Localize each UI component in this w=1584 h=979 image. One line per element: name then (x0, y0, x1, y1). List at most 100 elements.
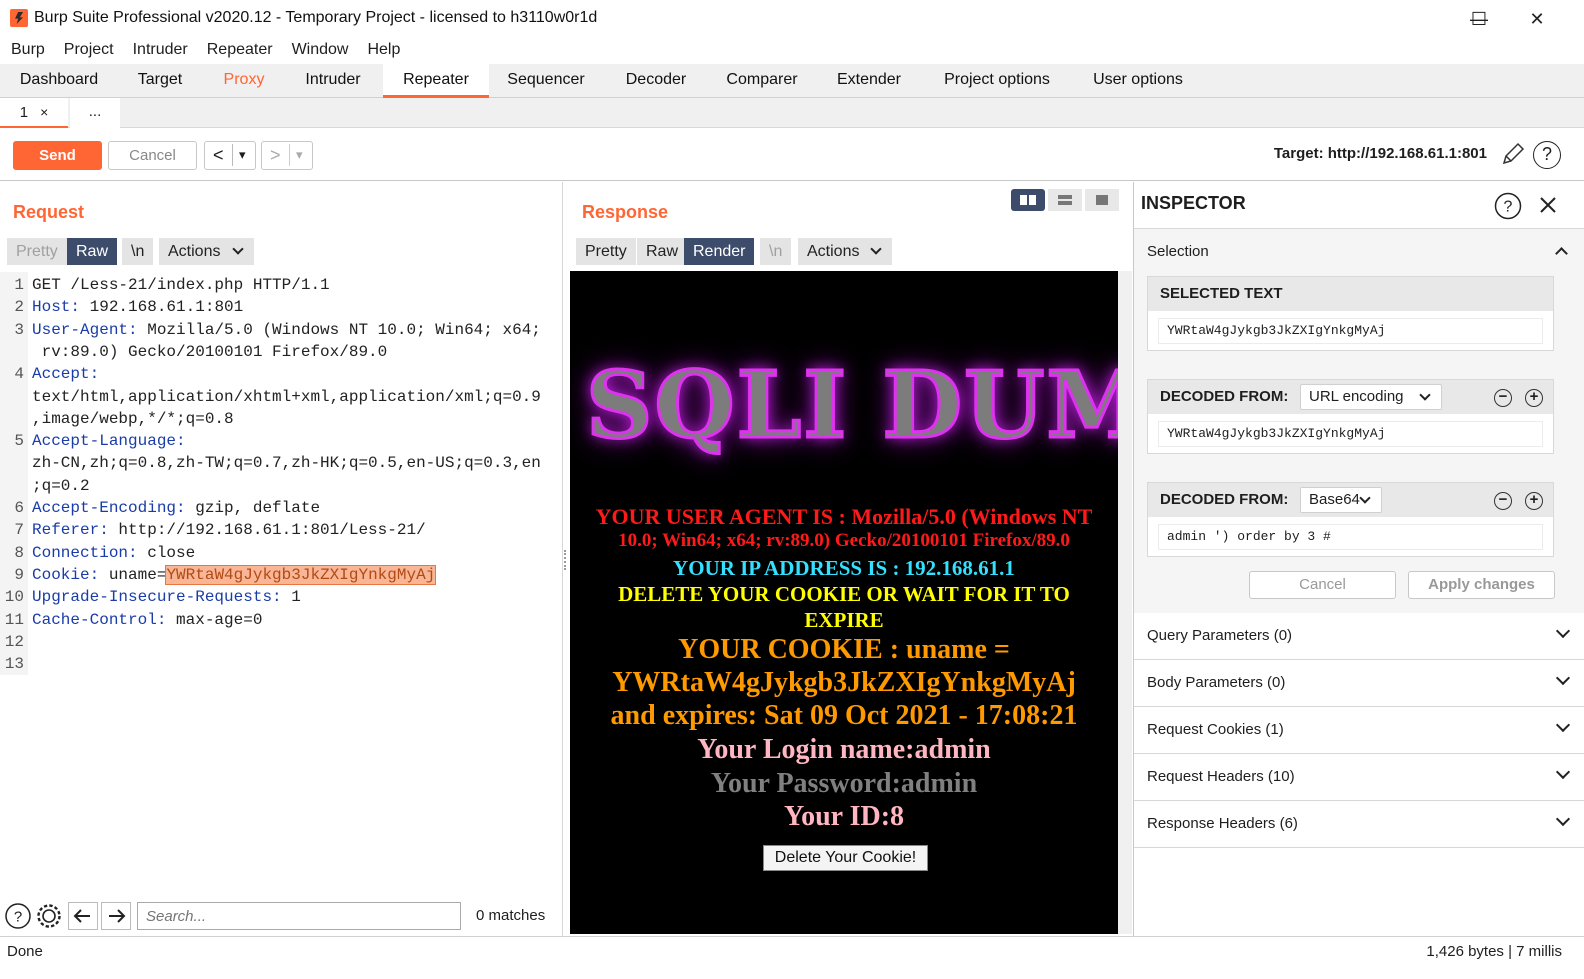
request-line: text/html,application/xhtml+xml,applicat… (32, 386, 562, 408)
forward-button[interactable]: > ▾ (261, 141, 313, 170)
apply-changes-button[interactable]: Apply changes (1408, 571, 1555, 599)
tab-target[interactable]: Target (120, 64, 200, 98)
arrow-left-icon (73, 909, 90, 923)
search-input[interactable] (137, 902, 461, 930)
remove-decoding-icon[interactable]: − (1494, 389, 1512, 407)
response-headers-section[interactable]: Response Headers (6) (1134, 801, 1584, 848)
maximize-button[interactable]: ☐ (1456, 4, 1502, 34)
help-icon[interactable]: ? (4, 902, 32, 930)
new-tab-button[interactable]: ... (70, 98, 120, 128)
back-history-dropdown-icon[interactable]: ▾ (239, 142, 246, 168)
main-tab-bar: Dashboard Target Proxy Intruder Repeater… (0, 64, 1584, 98)
pretty-button[interactable]: Pretty (576, 238, 636, 265)
forward-history-dropdown-icon[interactable]: ▾ (296, 142, 303, 168)
request-line: ;q=0.2 (32, 475, 562, 497)
chevron-down-icon (1555, 623, 1571, 639)
body-parameters-section[interactable]: Body Parameters (0) (1134, 660, 1584, 707)
tab-sequencer[interactable]: Sequencer (494, 64, 598, 98)
delete-cookie-button[interactable]: Delete Your Cookie! (763, 845, 928, 871)
forward-arrow-icon: > (270, 145, 281, 165)
decoded-url-value[interactable]: YWRtaW4gJykgb3JkZXIgYnkgMyAj (1158, 421, 1543, 447)
menu-project[interactable]: Project (56, 38, 122, 62)
back-button[interactable]: < ▾ (204, 141, 256, 170)
request-editor[interactable]: 1 2 3 4 5 6 7 8 9 10 11 12 13 GET /Less-21/index.php… (0, 272, 562, 676)
inspector-cancel-button[interactable]: Cancel (1249, 571, 1396, 599)
decoded-base64-value[interactable]: admin ') order by 3 # (1158, 524, 1543, 550)
tab-dashboard[interactable]: Dashboard (4, 64, 114, 98)
add-decoding-icon[interactable]: + (1525, 492, 1543, 510)
tab-repeater[interactable]: Repeater (383, 64, 489, 98)
request-line: rv:89.0) Gecko/20100101 Firefox/89.0 (32, 341, 562, 363)
edit-target-icon[interactable] (1500, 141, 1526, 167)
raw-button[interactable]: Raw (637, 238, 688, 265)
selected-text-label: SELECTED TEXT (1160, 285, 1283, 302)
selected-cookie-value[interactable]: YWRtaW4gJykgb3JkZXIgYnkgMyAj (165, 564, 437, 585)
header-value: 192.168.61.1:801 (80, 298, 244, 317)
request-cookies-section[interactable]: Request Cookies (1) (1134, 707, 1584, 754)
section-label: Body Parameters (0) (1147, 674, 1286, 691)
actions-dropdown[interactable]: Actions (798, 238, 892, 265)
menu-repeater[interactable]: Repeater (199, 38, 281, 62)
close-inspector-icon[interactable] (1539, 196, 1557, 214)
tab-extender[interactable]: Extender (820, 64, 918, 98)
menu-burp[interactable]: Burp (3, 38, 53, 62)
header-name: Referer: (32, 521, 109, 540)
section-label: Request Cookies (1) (1147, 721, 1284, 738)
tab-user-options[interactable]: User options (1076, 64, 1200, 98)
render-button[interactable]: Render (684, 238, 755, 265)
layout-tabs-button[interactable] (1085, 189, 1119, 211)
gear-icon[interactable] (35, 902, 63, 930)
tab-comparer[interactable]: Comparer (712, 64, 812, 98)
chevron-down-icon (1555, 670, 1571, 686)
request-line: User-Agent: Mozilla/5.0 (Windows NT 10.0… (32, 319, 562, 341)
next-match-button[interactable] (101, 902, 131, 930)
raw-button[interactable]: Raw (67, 238, 118, 265)
menu-window[interactable]: Window (284, 38, 357, 62)
decoding-type-select[interactable]: URL encoding (1300, 384, 1442, 410)
header-value: zh-CN,zh;q=0.8,zh-TW;q=0.7,zh-HK;q=0.5,e… (32, 454, 541, 473)
layout-top-bottom-button[interactable] (1048, 189, 1082, 211)
request-line: Host: 192.168.61.1:801 (32, 296, 562, 318)
menu-help[interactable]: Help (359, 38, 408, 62)
minimize-button-2[interactable] (1412, 4, 1458, 34)
repeater-tab-1[interactable]: 1 × (0, 98, 68, 128)
actions-dropdown[interactable]: Actions (159, 238, 254, 265)
inspector-help-icon[interactable]: ? (1494, 192, 1522, 220)
burp-logo-icon (10, 9, 28, 27)
menu-intruder[interactable]: Intruder (125, 38, 196, 62)
close-tab-icon[interactable]: × (40, 104, 48, 120)
help-icon[interactable]: ? (1533, 141, 1561, 169)
header-value: max-age=0 (166, 610, 263, 629)
status-text: Done (7, 943, 43, 960)
repeater-tab-bar: 1 × ... (0, 98, 1584, 128)
chevron-up-icon[interactable] (1555, 247, 1568, 260)
header-value: http://192.168.61.1:801/Less-21/ (108, 521, 426, 540)
selection-header[interactable]: Selection (1147, 243, 1209, 260)
decoded-from-label: DECODED FROM: (1160, 388, 1289, 405)
remove-decoding-icon[interactable]: − (1494, 492, 1512, 510)
send-button[interactable]: Send (13, 141, 102, 170)
response-scrollbar[interactable] (1118, 271, 1132, 934)
newline-toggle-button[interactable]: \n (760, 238, 792, 265)
close-window-button[interactable]: ✕ (1514, 4, 1560, 34)
line-number: 4 (0, 363, 28, 386)
cancel-button[interactable]: Cancel (108, 141, 197, 170)
newline-toggle-button[interactable]: \n (122, 238, 154, 265)
decoding-type-select[interactable]: Base64 (1300, 487, 1382, 513)
tab-decoder[interactable]: Decoder (606, 64, 706, 98)
add-decoding-icon[interactable]: + (1525, 389, 1543, 407)
tab-intruder[interactable]: Intruder (288, 64, 378, 98)
decoded-from-label: DECODED FROM: (1160, 491, 1289, 508)
previous-match-button[interactable] (68, 902, 98, 930)
line-number: 1 (0, 274, 28, 297)
layout-side-by-side-button[interactable] (1011, 189, 1045, 211)
request-headers-section[interactable]: Request Headers (10) (1134, 754, 1584, 801)
tab-proxy[interactable]: Proxy (205, 64, 283, 98)
selected-text-value[interactable]: YWRtaW4gJykgb3JkZXIgYnkgMyAj (1158, 318, 1543, 344)
tab-project-options[interactable]: Project options (926, 64, 1068, 98)
query-parameters-section[interactable]: Query Parameters (0) (1134, 613, 1584, 660)
pane-splitter[interactable] (564, 550, 568, 570)
pretty-button[interactable]: Pretty (7, 238, 67, 265)
decoding-type-value: Base64 (1309, 491, 1360, 508)
header-name: Accept-Encoding: (32, 499, 186, 517)
